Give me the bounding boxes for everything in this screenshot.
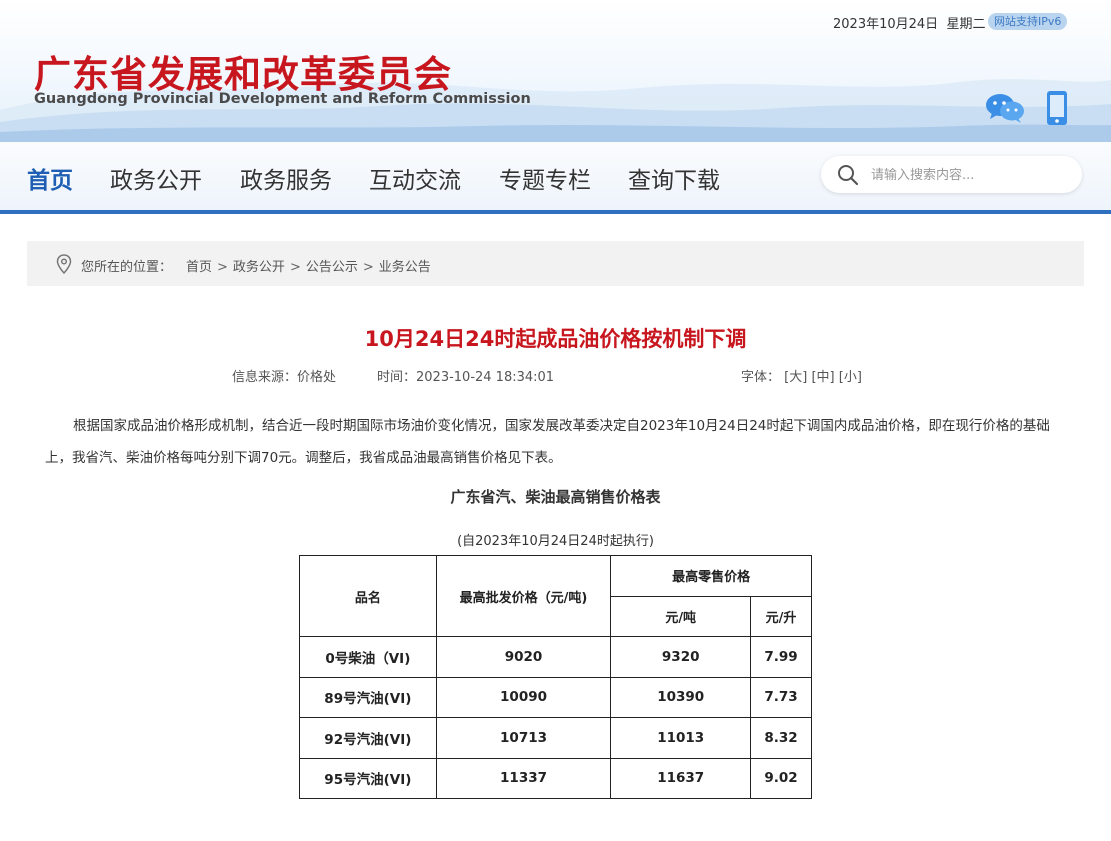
breadcrumb: 您所在的位置： 首页 > 政务公开 > 公告公示 > 业务公告 [27, 241, 1084, 286]
current-date: 2023年10月24日 星期二 [833, 13, 985, 32]
wechat-icon[interactable] [985, 92, 1025, 124]
article-paragraph: 根据国家成品油价格形成机制，结合近一段时期国际市场油价变化情况，国家发展改革委决… [45, 418, 1050, 466]
nav-item-government-services[interactable]: 政务服务 [240, 161, 332, 195]
cell-retail-liter: 9.02 [750, 757, 812, 799]
article-source: 信息来源：价格处 [232, 370, 337, 385]
price-table: 品名 最高批发价格（元/吨) 最高零售价格 元/吨 元/升 0号柴油（VI) 9… [299, 555, 812, 799]
search-input[interactable] [871, 165, 1071, 185]
table-row: 95号汽油(VI) 11337 11637 9.02 [299, 757, 812, 799]
table-row: 0号柴油（VI) 9020 9320 7.99 [299, 636, 812, 678]
cell-product-name: 89号汽油(VI) [299, 676, 437, 718]
location-pin-icon [56, 254, 72, 274]
cell-retail-ton: 11637 [610, 757, 752, 799]
cell-wholesale: 10090 [435, 676, 612, 718]
breadcrumb-announcements[interactable]: 公告公示 [306, 260, 358, 275]
site-title[interactable]: 广东省发展和改革委员会 [34, 44, 452, 98]
cell-retail-liter: 7.99 [750, 636, 812, 678]
search-box [821, 156, 1082, 193]
search-icon[interactable] [837, 164, 859, 186]
table-title: 广东省汽、柴油最高销售价格表 [450, 488, 661, 506]
breadcrumb-business-announcements[interactable]: 业务公告 [379, 260, 431, 275]
site-subtitle: Guangdong Provincial Development and Ref… [34, 91, 531, 107]
cell-product-name: 92号汽油(VI) [299, 717, 437, 759]
cell-product-name: 0号柴油（VI) [299, 636, 437, 678]
cell-product-name: 95号汽油(VI) [299, 757, 437, 799]
header-retail-per-liter: 元/升 [750, 595, 812, 637]
header-retail-per-ton: 元/吨 [610, 595, 752, 637]
breadcrumb-home[interactable]: 首页 [186, 260, 212, 275]
cell-retail-ton: 10390 [610, 676, 752, 718]
header-wholesale-price: 最高批发价格（元/吨) [435, 555, 612, 637]
article-time: 时间：2023-10-24 18:34:01 [377, 370, 555, 385]
mobile-icon[interactable] [1046, 90, 1068, 126]
header-retail-price: 最高零售价格 [610, 555, 812, 597]
breadcrumb-trail: 首页 > 政务公开 > 公告公示 > 业务公告 [186, 256, 431, 275]
breadcrumb-separator: > [362, 260, 374, 275]
cell-retail-liter: 8.32 [750, 717, 812, 759]
font-size-small-button[interactable]: [小] [839, 370, 862, 385]
nav-item-special-topics[interactable]: 专题专栏 [499, 161, 591, 195]
cell-wholesale: 10713 [435, 717, 612, 759]
header-product-name: 品名 [299, 555, 437, 637]
date-value: 2023年10月24日 [833, 17, 939, 32]
nav-item-interaction[interactable]: 互动交流 [369, 161, 461, 195]
cell-retail-ton: 9320 [610, 636, 752, 678]
font-size-label: 字体： [741, 370, 781, 385]
table-header-row: 品名 最高批发价格（元/吨) 最高零售价格 [299, 555, 812, 637]
breadcrumb-label: 您所在的位置： [81, 260, 173, 275]
table-row: 89号汽油(VI) 10090 10390 7.73 [299, 676, 812, 718]
main-nav: 首页 政务公开 政务服务 互动交流 专题专栏 查询下载 [0, 142, 1111, 214]
nav-item-government-affairs[interactable]: 政务公开 [110, 161, 202, 195]
cell-wholesale: 11337 [435, 757, 612, 799]
breadcrumb-separator: > [289, 260, 301, 275]
table-row: 92号汽油(VI) 10713 11013 8.32 [299, 717, 812, 759]
nav-item-home[interactable]: 首页 [27, 161, 73, 195]
font-size-medium-button[interactable]: [中] [811, 370, 834, 385]
breadcrumb-government-affairs[interactable]: 政务公开 [233, 260, 285, 275]
article-title: 10月24日24时起成品油价格按机制下调 [364, 327, 747, 351]
nav-item-query-download[interactable]: 查询下载 [628, 161, 720, 195]
cell-retail-ton: 11013 [610, 717, 752, 759]
breadcrumb-separator: > [217, 260, 228, 275]
font-size-controls: 字体： [大] [中] [小] [741, 366, 862, 385]
cell-retail-liter: 7.73 [750, 676, 812, 718]
ipv6-badge: 网站支持IPv6 [988, 13, 1068, 30]
weekday-value: 星期二 [946, 17, 986, 32]
site-header: 2023年10月24日 星期二 网站支持IPv6 广东省发展和改革委员会 Gua… [0, 0, 1111, 142]
table-note: (自2023年10月24日24时起执行) [457, 534, 654, 549]
cell-wholesale: 9020 [435, 636, 612, 678]
font-size-large-button[interactable]: [大] [784, 370, 807, 385]
